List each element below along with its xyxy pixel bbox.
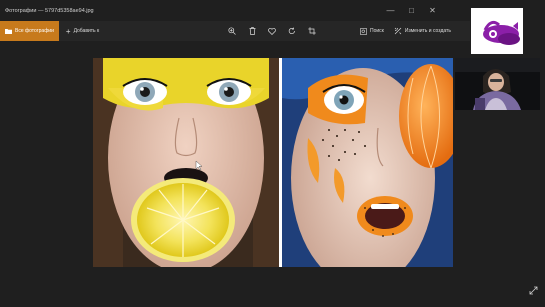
crop-icon[interactable] bbox=[302, 21, 322, 41]
heart-icon[interactable] bbox=[262, 21, 282, 41]
folder-icon bbox=[5, 29, 12, 34]
delete-icon[interactable] bbox=[242, 21, 262, 41]
toolbar-right: Поиск Изменить и создать bbox=[360, 21, 451, 41]
search-icon bbox=[360, 27, 367, 35]
logo bbox=[471, 8, 523, 54]
fullscreen-icon[interactable] bbox=[526, 283, 540, 297]
edit-create-button[interactable]: Изменить и создать bbox=[394, 27, 451, 35]
photo-image bbox=[93, 58, 453, 267]
logo-image bbox=[483, 20, 520, 45]
search-button[interactable]: Поиск bbox=[360, 27, 384, 35]
title-bar: Фотографии — 5797d5358ae94.jpg — □ ✕ bbox=[0, 0, 545, 21]
window-title: Фотографии — 5797d5358ae94.jpg bbox=[5, 7, 94, 14]
toolbar-icons bbox=[222, 21, 322, 41]
minimize-icon[interactable]: — bbox=[380, 0, 401, 21]
edit-icon bbox=[394, 27, 402, 35]
edit-create-label: Изменить и создать bbox=[404, 28, 451, 34]
add-to-button[interactable]: + Добавить к bbox=[59, 27, 99, 36]
window-controls: — □ ✕ bbox=[380, 0, 443, 21]
search-label: Поиск bbox=[370, 28, 384, 34]
all-photos-label: Все фотографии bbox=[15, 28, 54, 34]
zoom-in-icon[interactable] bbox=[222, 21, 242, 41]
rotate-icon[interactable] bbox=[282, 21, 302, 41]
all-photos-button[interactable]: Все фотографии bbox=[0, 21, 59, 41]
add-to-label: Добавить к bbox=[73, 28, 100, 34]
close-icon[interactable]: ✕ bbox=[422, 0, 443, 21]
plus-icon: + bbox=[65, 26, 71, 36]
maximize-icon[interactable]: □ bbox=[401, 0, 422, 21]
toolbar: Все фотографии + Добавить к Поиск Измени… bbox=[0, 21, 470, 41]
webcam-video bbox=[455, 58, 540, 110]
